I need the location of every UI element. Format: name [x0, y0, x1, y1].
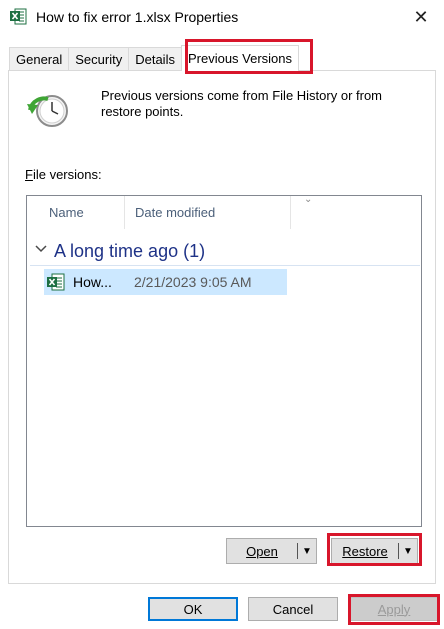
previous-versions-panel: Previous versions come from File History… [8, 70, 436, 584]
file-versions-list[interactable]: Name ⌄ Date modified A long time ago (1)… [26, 194, 422, 527]
title-bar: How to fix error 1.xlsx Properties ✕ [0, 0, 444, 34]
open-button[interactable]: Open [227, 539, 297, 563]
restore-dropdown-arrow-icon[interactable]: ▼ [399, 539, 417, 563]
file-versions-label: File versions: [25, 167, 102, 182]
list-item[interactable]: How... 2/21/2023 9:05 AM [44, 269, 287, 295]
open-split-button[interactable]: Open ▼ [226, 538, 317, 564]
column-header-date-modified[interactable]: ⌄ Date modified [126, 194, 312, 229]
restore-split-button[interactable]: Restore ▼ [331, 538, 418, 564]
cancel-button[interactable]: Cancel [248, 597, 338, 621]
ok-button[interactable]: OK [148, 597, 238, 621]
apply-button[interactable]: Apply [349, 597, 439, 621]
open-dropdown-arrow-icon[interactable]: ▼ [298, 539, 316, 563]
column-header-name[interactable]: Name [27, 196, 125, 229]
apply-button-label: Apply [377, 601, 411, 617]
restore-button[interactable]: Restore [332, 539, 398, 563]
column-header-date-modified-label: Date modified [135, 205, 216, 220]
file-versions-label-text: ile versions: [32, 167, 102, 182]
tab-details[interactable]: Details [128, 47, 182, 71]
chevron-down-icon[interactable] [34, 242, 48, 256]
file-date-modified: 2/21/2023 9:05 AM [134, 274, 252, 290]
open-button-label: Open [246, 543, 278, 559]
sort-indicator-icon: ⌄ [304, 194, 313, 205]
restore-button-label: Restore [342, 543, 388, 559]
close-button[interactable]: ✕ [398, 0, 444, 34]
close-icon: ✕ [413, 6, 429, 27]
tab-general[interactable]: General [9, 47, 70, 71]
excel-file-icon [47, 273, 65, 291]
excel-app-icon [10, 8, 27, 25]
tab-security[interactable]: Security [68, 47, 130, 71]
file-versions-label-accelerator: F [25, 167, 33, 182]
file-name: How... [73, 274, 112, 290]
tab-previous-versions[interactable]: Previous Versions [180, 45, 300, 71]
restore-clock-icon [27, 95, 68, 127]
info-text: Previous versions come from File History… [101, 88, 383, 119]
window-title: How to fix error 1.xlsx Properties [36, 9, 239, 25]
group-title: A long time ago (1) [54, 241, 206, 261]
group-header[interactable]: A long time ago (1) [30, 239, 420, 266]
tab-strip: General Security Details Previous Versio… [9, 45, 300, 71]
